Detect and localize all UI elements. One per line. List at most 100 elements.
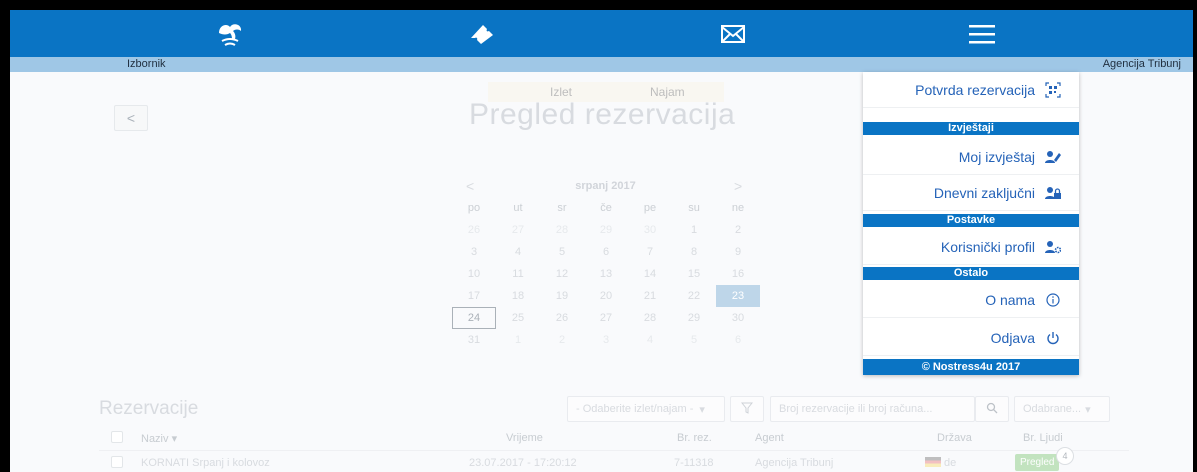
row-drzava: de <box>925 457 956 469</box>
calendar-day[interactable]: 4 <box>496 241 540 263</box>
menu-item-korisnicki-profil[interactable]: Korisnički profil <box>863 229 1079 265</box>
row-checkbox[interactable] <box>111 456 123 468</box>
selected-dropdown[interactable]: Odabrane... ▾ <box>1014 396 1110 422</box>
column-agent: Agent <box>755 432 784 444</box>
calendar-day[interactable]: 9 <box>716 241 760 263</box>
calendar-day[interactable]: 3 <box>584 329 628 351</box>
column-naziv[interactable]: Naziv ▾ <box>141 432 177 445</box>
calendar-day[interactable]: 7 <box>628 241 672 263</box>
calendar-day[interactable]: 13 <box>584 263 628 285</box>
calendar-day[interactable]: 23 <box>716 285 760 307</box>
calendar-day[interactable]: 5 <box>672 329 716 351</box>
calendar-weekday: sr <box>557 202 567 214</box>
row-naziv: KORNATI Srpanj i kolovoz <box>141 457 270 469</box>
calendar-day[interactable]: 30 <box>716 307 760 329</box>
reservation-search-input[interactable]: Broj rezervacije ili broj računa... <box>770 396 975 422</box>
calendar-day[interactable]: 11 <box>496 263 540 285</box>
agency-name: Agencija Tribunj <box>1102 58 1181 70</box>
people-count-badge: 4 <box>1056 447 1074 465</box>
search-button[interactable] <box>975 396 1009 422</box>
main-menu-dropdown: Potvrda rezervacija Izvještaji Moj izvje… <box>863 72 1079 375</box>
column-br-ljudi: Br. Ljudi <box>1023 432 1063 444</box>
calendar-day[interactable]: 18 <box>496 285 540 307</box>
power-icon <box>1043 331 1063 345</box>
calendar: < srpanj 2017 > po ut sr če pe su ne 26 27 28 29 30… <box>452 173 760 351</box>
calendar-day[interactable]: 31 <box>452 329 496 351</box>
calendar-day[interactable]: 10 <box>452 263 496 285</box>
calendar-day[interactable]: 21 <box>628 285 672 307</box>
pregled-button[interactable]: Pregled <box>1015 454 1060 471</box>
chevron-down-icon: ▾ <box>699 403 705 416</box>
calendar-day[interactable]: 28 <box>628 307 672 329</box>
info-icon <box>1043 292 1063 307</box>
calendar-weekday: su <box>688 202 700 214</box>
calendar-next-button[interactable]: > <box>734 178 742 194</box>
back-button[interactable]: < <box>114 105 148 131</box>
calendar-grid: po ut sr če pe su ne 26 27 28 29 30 1 2 3 4 5 6 7 8 9 10 11 12 1… <box>452 197 760 351</box>
calendar-day[interactable]: 27 <box>496 219 540 241</box>
calendar-header: < srpanj 2017 > <box>452 173 759 197</box>
user-report-icon <box>1043 150 1063 164</box>
trip-filter-select[interactable]: - Odaberite izlet/najam - ▾ <box>567 396 725 422</box>
calendar-day[interactable]: 12 <box>540 263 584 285</box>
calendar-day[interactable]: 14 <box>628 263 672 285</box>
calendar-weekday: po <box>467 202 481 214</box>
calendar-day[interactable]: 17 <box>452 285 496 307</box>
calendar-day[interactable]: 30 <box>628 219 672 241</box>
user-lock-icon <box>1043 186 1063 200</box>
calendar-day[interactable]: 26 <box>452 219 496 241</box>
calendar-weekday: če <box>600 202 612 214</box>
row-vrijeme: 23.07.2017 - 17:20:12 <box>469 457 577 469</box>
menu-label[interactable]: Izbornik <box>127 58 166 70</box>
menu-item-o-nama[interactable]: O nama <box>863 282 1079 318</box>
selected-dropdown-label: Odabrane... <box>1023 403 1082 415</box>
mail-icon[interactable] <box>713 19 753 49</box>
search-placeholder: Broj rezervacije ili broj računa... <box>779 403 933 415</box>
tab-izlet[interactable]: Izlet <box>550 85 572 99</box>
search-icon <box>986 402 998 417</box>
calendar-day[interactable]: 4 <box>628 329 672 351</box>
calendar-day[interactable]: 5 <box>540 241 584 263</box>
qr-code-icon <box>1043 81 1063 98</box>
menu-item-potvrda-rezervacija[interactable]: Potvrda rezervacija <box>863 72 1079 108</box>
island-icon[interactable] <box>210 19 250 49</box>
calendar-day[interactable]: 19 <box>540 285 584 307</box>
calendar-day[interactable]: 3 <box>452 241 496 263</box>
menu-item-odjava[interactable]: Odjava <box>863 320 1079 356</box>
calendar-day[interactable]: 22 <box>672 285 716 307</box>
hamburger-menu-icon[interactable] <box>962 19 1002 49</box>
calendar-day[interactable]: 29 <box>584 219 628 241</box>
calendar-day[interactable]: 20 <box>584 285 628 307</box>
calendar-day[interactable]: 2 <box>716 219 760 241</box>
filter-button[interactable] <box>730 396 764 422</box>
calendar-day[interactable]: 6 <box>584 241 628 263</box>
calendar-day[interactable]: 6 <box>716 329 760 351</box>
calendar-day[interactable]: 16 <box>716 263 760 285</box>
tab-najam[interactable]: Najam <box>650 85 685 99</box>
top-nav-bar <box>10 10 1193 57</box>
page-title: Pregled rezervacija <box>469 98 736 131</box>
select-all-checkbox[interactable] <box>111 431 123 443</box>
calendar-weekday: ut <box>513 202 523 214</box>
column-vrijeme: Vrijeme <box>506 432 543 444</box>
menu-item-label: Potvrda rezervacija <box>915 81 1035 98</box>
calendar-month[interactable]: srpanj 2017 <box>452 180 759 192</box>
calendar-day[interactable]: 29 <box>672 307 716 329</box>
calendar-day[interactable]: 26 <box>540 307 584 329</box>
calendar-day[interactable]: 1 <box>672 219 716 241</box>
calendar-day[interactable]: 2 <box>540 329 584 351</box>
calendar-day[interactable]: 27 <box>584 307 628 329</box>
menu-section-postavke: Postavke <box>863 214 1079 227</box>
menu-item-moj-izvjestaj[interactable]: Moj izvještaj <box>863 139 1079 175</box>
ticket-icon[interactable] <box>462 19 502 49</box>
menu-item-dnevni-zakljucni[interactable]: Dnevni zaključni <box>863 175 1079 211</box>
calendar-day[interactable]: 8 <box>672 241 716 263</box>
calendar-day[interactable]: 1 <box>496 329 540 351</box>
calendar-day[interactable]: 15 <box>672 263 716 285</box>
calendar-weekday: ne <box>731 202 745 214</box>
calendar-day[interactable]: 24 <box>452 307 496 329</box>
table-row[interactable]: KORNATI Srpanj i kolovoz 23.07.2017 - 17… <box>99 447 1129 472</box>
calendar-day[interactable]: 25 <box>496 307 540 329</box>
calendar-day[interactable]: 28 <box>540 219 584 241</box>
column-br-rez: Br. rez. <box>677 432 712 444</box>
